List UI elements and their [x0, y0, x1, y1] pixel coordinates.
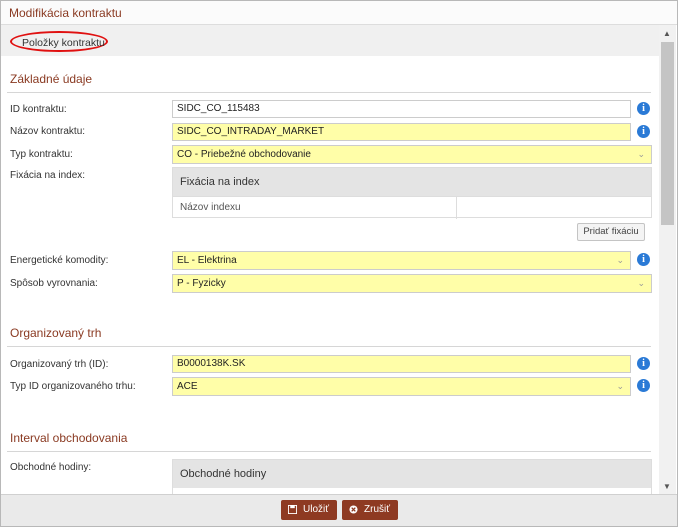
- market-id-field[interactable]: B0000138K.SK: [172, 355, 631, 373]
- settlement-label: Spôsob vyrovnania:: [10, 278, 98, 289]
- chevron-down-icon: ⌄: [637, 149, 645, 159]
- section-divider: [7, 92, 651, 93]
- index-fixing-header-row: Názov indexu: [173, 196, 651, 219]
- contract-type-value: CO - Priebežné obchodovanie: [177, 149, 311, 160]
- save-button[interactable]: Uložiť: [281, 500, 337, 520]
- tab-bar: Položky kontraktu: [1, 25, 659, 56]
- commodities-value: EL - Elektrina: [177, 255, 237, 266]
- info-icon[interactable]: i: [637, 357, 650, 370]
- column-divider: [456, 197, 457, 219]
- chevron-down-icon: ⌄: [616, 381, 624, 391]
- market-id-label: Organizovaný trh (ID):: [10, 359, 109, 370]
- settlement-value: P - Fyzicky: [177, 278, 226, 289]
- info-icon[interactable]: i: [637, 102, 650, 115]
- floppy-disk-icon: [288, 505, 297, 514]
- commodities-label: Energetické komodity:: [10, 255, 109, 266]
- dialog-title: Modifikácia kontraktu: [9, 6, 122, 20]
- form-content: Základné údaje ID kontraktu: SIDC_CO_115…: [1, 56, 659, 494]
- section-title-trading-interval: Interval obchodovania: [10, 431, 128, 445]
- index-fixing-table-title: Fixácia na index: [173, 168, 651, 196]
- vertical-scrollbar[interactable]: ▲ ▼: [659, 25, 676, 494]
- modify-contract-dialog: Modifikácia kontraktu Položky kontraktu …: [0, 0, 678, 527]
- market-id-type-select[interactable]: ACE ⌄: [172, 377, 631, 396]
- trading-hours-table: Obchodné hodiny: [172, 459, 652, 494]
- tab-contract-items[interactable]: Položky kontraktu: [10, 31, 108, 52]
- section-title-organized-market: Organizovaný trh: [10, 326, 102, 340]
- contract-type-select[interactable]: CO - Priebežné obchodovanie ⌄: [172, 145, 652, 164]
- dialog-titlebar: Modifikácia kontraktu: [1, 1, 677, 25]
- info-icon[interactable]: i: [637, 379, 650, 392]
- cancel-button[interactable]: Zrušiť: [342, 500, 398, 520]
- index-fixing-table: Fixácia na index Názov indexu: [172, 167, 652, 219]
- save-button-label: Uložiť: [303, 504, 329, 515]
- index-name-column-header: Názov indexu: [180, 202, 241, 213]
- contract-id-field[interactable]: SIDC_CO_115483: [172, 100, 631, 118]
- section-title-basic: Základné údaje: [10, 72, 93, 86]
- add-fixing-button[interactable]: Pridať fixáciu: [577, 223, 645, 241]
- info-icon[interactable]: i: [637, 253, 650, 266]
- scroll-up-icon[interactable]: ▲: [663, 29, 671, 38]
- cancel-button-label: Zrušiť: [364, 504, 390, 515]
- index-fixing-label: Fixácia na index:: [10, 170, 86, 181]
- section-divider: [7, 451, 651, 452]
- scroll-down-icon[interactable]: ▼: [663, 482, 671, 491]
- contract-name-label: Názov kontraktu:: [10, 126, 86, 137]
- market-id-type-value: ACE: [177, 381, 198, 392]
- settlement-select[interactable]: P - Fyzicky ⌄: [172, 274, 652, 293]
- trading-hours-label: Obchodné hodiny:: [10, 462, 92, 473]
- tab-contract-items-label: Položky kontraktu: [22, 37, 105, 49]
- contract-name-field[interactable]: SIDC_CO_INTRADAY_MARKET: [172, 123, 631, 141]
- chevron-down-icon: ⌄: [637, 278, 645, 288]
- contract-id-label: ID kontraktu:: [10, 104, 67, 115]
- scrollbar-thumb[interactable]: [661, 42, 674, 225]
- contract-type-label: Typ kontraktu:: [10, 149, 73, 160]
- close-circle-icon: [349, 505, 358, 514]
- info-icon[interactable]: i: [637, 125, 650, 138]
- commodities-select[interactable]: EL - Elektrina ⌄: [172, 251, 631, 270]
- trading-hours-table-title: Obchodné hodiny: [173, 460, 651, 488]
- dialog-footer: Uložiť Zrušiť: [1, 494, 677, 526]
- market-id-type-label: Typ ID organizovaného trhu:: [10, 381, 136, 392]
- chevron-down-icon: ⌄: [616, 255, 624, 265]
- section-divider: [7, 346, 651, 347]
